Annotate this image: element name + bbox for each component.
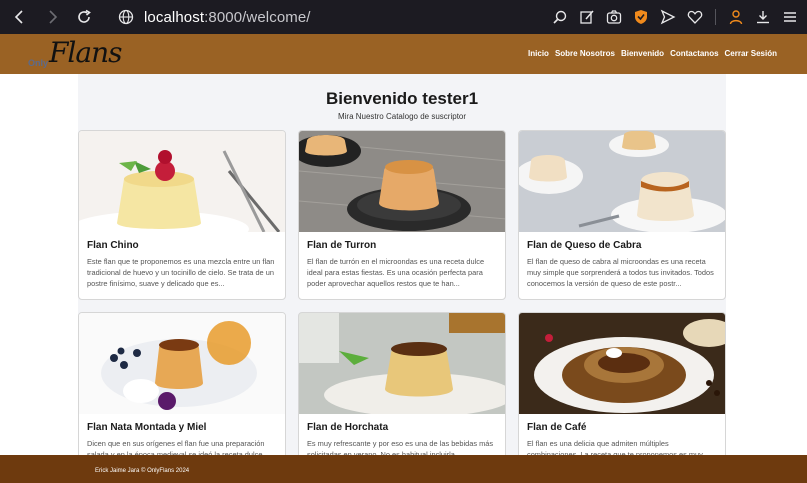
reload-icon	[78, 9, 91, 23]
product-card[interactable]: Flan de Queso de Cabra El flan de queso …	[518, 130, 726, 300]
card-title: Flan de Queso de Cabra	[527, 240, 642, 251]
footer-copyright: Erick Jaime Jara © OnlyFlans 2024	[95, 468, 190, 474]
catalog-container: Bienvenido tester1 Mira Nuestro Catalogo…	[78, 74, 726, 462]
site-footer: Erick Jaime Jara © OnlyFlans 2024	[0, 455, 807, 483]
camera-icon	[606, 10, 621, 24]
card-description: El flan de turrón en el microondas es un…	[307, 257, 485, 288]
address-bar[interactable]: localhost:8000/welcome/	[104, 9, 311, 26]
downloads-button[interactable]	[749, 3, 776, 31]
magnifier-icon	[552, 10, 566, 24]
menu-item-bienvenido[interactable]: Bienvenido	[621, 49, 664, 58]
card-description: Este flan que te proponemos es una mezcl…	[87, 257, 275, 288]
flan-queso-cabra-image	[519, 131, 725, 232]
toolbar-divider	[708, 3, 722, 31]
page-title: Bienvenido tester1	[325, 89, 479, 108]
edit-button[interactable]	[573, 3, 600, 31]
card-title: Flan Nata Montada y Miel	[87, 422, 207, 433]
card-title: Flan Chino	[87, 240, 139, 251]
globe-icon	[118, 9, 134, 25]
back-button[interactable]	[4, 3, 36, 31]
logo-prefix: Only	[28, 58, 49, 68]
flan-turron-image	[299, 131, 505, 232]
flan-chino-image	[79, 131, 285, 232]
menu-button[interactable]	[776, 3, 803, 31]
url-host: localhost	[144, 8, 205, 26]
menu-item-inicio[interactable]: Inicio	[528, 49, 549, 58]
card-title: Flan de Café	[527, 422, 587, 433]
chevron-left-icon	[14, 10, 23, 24]
page-subtitle: Mira Nuestro Catalogo de suscriptor	[337, 112, 467, 121]
shield-icon	[634, 10, 647, 24]
shield-extension-button[interactable]	[627, 3, 654, 31]
hamburger-menu-icon	[783, 12, 796, 22]
heart-icon	[687, 10, 702, 24]
product-card[interactable]: Flan de Turron El flan de turrón en el m…	[298, 130, 506, 300]
site-logo[interactable]: Only Flans	[27, 36, 137, 70]
send-icon	[660, 9, 675, 25]
url-path: :8000/welcome/	[204, 8, 311, 26]
menu-item-contactanos[interactable]: Contactanos	[670, 49, 718, 58]
menu-item-cerrar-sesion[interactable]: Cerrar Sesión	[725, 49, 777, 58]
download-icon	[756, 11, 769, 24]
card-title: Flan de Horchata	[307, 422, 389, 433]
product-card[interactable]: Flan de Horchata Es muy refrescante y po…	[298, 312, 506, 462]
url-text: localhost:8000/welcome/	[144, 9, 311, 26]
logo-script: Flans	[49, 36, 122, 69]
card-description: El flan de queso de cabra al microondas …	[527, 257, 714, 288]
edit-icon	[579, 10, 594, 24]
flan-cafe-image	[519, 313, 725, 414]
product-card[interactable]: Flan Chino Este flan que te proponemos e…	[78, 130, 286, 300]
product-card[interactable]: Flan Nata Montada y Miel Dicen que en su…	[78, 312, 286, 462]
browser-toolbar: localhost:8000/welcome/	[0, 0, 807, 34]
zoom-button[interactable]	[546, 3, 573, 31]
person-icon	[729, 10, 742, 25]
card-title: Flan de Turron	[307, 240, 377, 251]
screenshot-button[interactable]	[600, 3, 627, 31]
site-navbar: Only Flans Inicio Sobre Nosotros Bienven…	[0, 34, 807, 74]
chevron-right-icon	[49, 10, 58, 24]
favorites-button[interactable]	[681, 3, 708, 31]
flan-horchata-image	[299, 313, 505, 414]
forward-button[interactable]	[36, 3, 68, 31]
product-card[interactable]: Flan de Café El flan es una delicia que …	[518, 312, 726, 462]
flan-nata-miel-image	[79, 313, 285, 414]
main-menu: Inicio Sobre Nosotros Bienvenido Contact…	[528, 49, 777, 58]
reload-button[interactable]	[68, 3, 100, 31]
menu-item-sobre-nosotros[interactable]: Sobre Nosotros	[555, 49, 615, 58]
account-button[interactable]	[722, 3, 749, 31]
send-button[interactable]	[654, 3, 681, 31]
